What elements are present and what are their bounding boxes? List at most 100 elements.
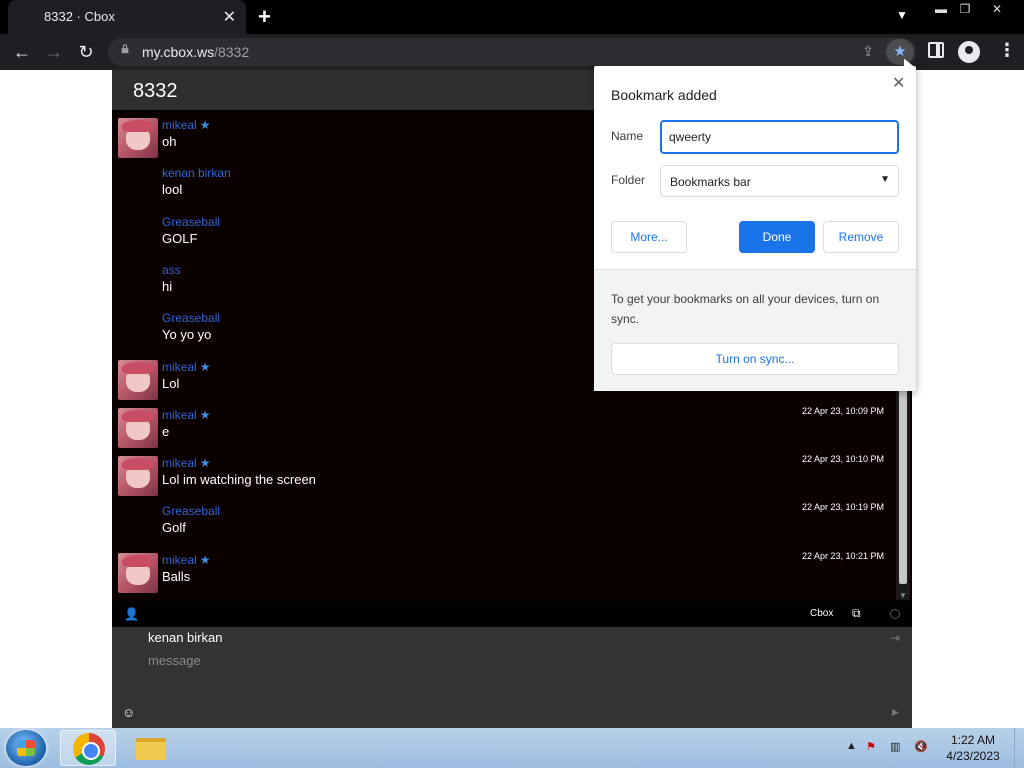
close-icon[interactable]: ✕ <box>892 73 905 93</box>
message-username[interactable]: Greaseball <box>162 504 220 518</box>
message-text: Golf <box>162 520 186 536</box>
forward-arrow-icon[interactable]: → <box>42 42 66 63</box>
username-text: mikeal <box>162 407 197 422</box>
message-text: e <box>162 423 170 439</box>
message-timestamp: 22 Apr 23, 10:19 PM <box>801 502 884 513</box>
message-username[interactable]: kenan birkan <box>162 166 231 180</box>
verified-star-icon: ★ <box>199 359 211 374</box>
new-tab-button[interactable]: + <box>258 4 271 30</box>
compose-username[interactable]: kenan birkan <box>148 630 222 645</box>
message-timestamp: 22 Apr 23, 10:10 PM <box>801 454 884 465</box>
message-row: Greaseball Golf 22 Apr 23, 10:19 PM <box>112 500 896 548</box>
url-text: my.cbox.ws/8332 <box>142 44 250 60</box>
folder-select-value: Bookmarks bar <box>670 175 751 189</box>
taskbar-chrome[interactable] <box>60 730 116 766</box>
message-text: GOLF <box>162 230 198 246</box>
sync-promo: To get your bookmarks on all your device… <box>594 269 916 391</box>
message-timestamp: 22 Apr 23, 10:09 PM <box>801 405 884 416</box>
show-hidden-icons-icon[interactable]: ▲ <box>846 740 857 752</box>
message-text: Lol im watching the screen <box>162 472 316 488</box>
profile-avatar-icon[interactable] <box>958 41 980 63</box>
browser-tab[interactable]: 8332 · Cbox ✕ <box>8 0 246 34</box>
lock-icon <box>121 44 129 54</box>
message-username[interactable]: Greaseball <box>162 311 220 325</box>
message-row: mikeal ★ e 22 Apr 23, 10:09 PM <box>112 404 896 452</box>
cbox-title: 8332 <box>133 80 178 102</box>
remove-button[interactable]: Remove <box>823 221 899 253</box>
cbox-brand-link[interactable]: Cbox <box>810 608 833 619</box>
system-clock[interactable]: 1:22 AM 4/23/2023 <box>944 732 1002 764</box>
start-button[interactable] <box>6 730 46 766</box>
clock-date: 4/23/2023 <box>946 749 1000 763</box>
send-arrow-icon[interactable]: ▶ <box>892 707 899 718</box>
username-text: ass <box>162 262 181 277</box>
done-button[interactable]: Done <box>739 221 815 253</box>
message-username[interactable]: mikeal ★ <box>162 553 210 567</box>
more-button[interactable]: More... <box>611 221 687 253</box>
message-input[interactable] <box>148 651 868 669</box>
action-center-flag-icon[interactable]: ⚑ <box>866 740 876 753</box>
message-text: hi <box>162 278 173 294</box>
browser-toolbar: ← → ↻ my.cbox.ws/8332 ⇪ ★ ⋮ <box>0 34 1024 70</box>
username-text: Greaseball <box>162 214 221 229</box>
close-window-button[interactable]: ✕ <box>982 0 1012 18</box>
emoji-icon[interactable]: ☺ <box>122 705 135 720</box>
clock-time: 1:22 AM <box>950 733 996 747</box>
bookmark-name-field[interactable] <box>660 120 899 154</box>
message-username[interactable]: mikeal ★ <box>162 456 210 470</box>
chrome-icon <box>73 733 105 765</box>
username-text: mikeal <box>162 456 197 471</box>
cbox-footer: 👤 Cbox ⧉ <box>112 601 912 627</box>
message-text: Yo yo yo <box>162 327 212 343</box>
username-text: kenan birkan <box>162 166 231 181</box>
username-text: mikeal <box>162 552 197 567</box>
dialog-title: Bookmark added <box>611 87 717 103</box>
show-desktop-button[interactable] <box>1014 728 1024 768</box>
popout-icon[interactable]: ⧉ <box>852 606 861 621</box>
reload-icon[interactable]: ↻ <box>74 42 98 63</box>
user-icon[interactable]: 👤 <box>124 607 139 621</box>
turn-on-sync-button[interactable]: Turn on sync... <box>611 343 899 375</box>
volume-muted-icon[interactable]: 🔇 <box>914 740 928 753</box>
back-arrow-icon[interactable]: ← <box>10 42 34 63</box>
message-timestamp: 22 Apr 23, 10:21 PM <box>801 550 884 561</box>
tab-title: 8332 · Cbox <box>44 9 115 24</box>
avatar[interactable] <box>118 407 158 448</box>
message-text: Balls <box>162 568 191 584</box>
kebab-menu-icon[interactable]: ⋮ <box>998 40 1016 61</box>
verified-star-icon: ★ <box>199 552 211 567</box>
scroll-down-arrow-icon[interactable]: ▼ <box>899 591 907 600</box>
folder-label: Folder <box>611 173 646 187</box>
verified-star-icon: ★ <box>199 456 211 471</box>
message-username[interactable]: mikeal ★ <box>162 360 210 374</box>
address-bar[interactable]: my.cbox.ws/8332 ⇪ ★ <box>108 38 916 66</box>
username-text: mikeal <box>162 118 197 132</box>
message-text: lool <box>162 182 183 198</box>
message-username[interactable]: ass <box>162 263 181 277</box>
username-text: mikeal <box>162 359 197 374</box>
avatar[interactable] <box>118 552 158 593</box>
message-username[interactable]: Greaseball <box>162 215 220 229</box>
share-icon[interactable]: ⇪ <box>862 43 874 60</box>
avatar[interactable] <box>118 118 158 158</box>
network-icon[interactable]: ▥ <box>890 740 900 753</box>
message-row: mikeal ★ Balls 22 Apr 23, 10:21 PM <box>112 549 896 597</box>
username-text: Greaseball <box>162 311 221 326</box>
avatar[interactable] <box>118 456 158 497</box>
status-circle-icon <box>890 609 900 619</box>
taskbar-file-explorer[interactable] <box>124 730 180 766</box>
folder-select[interactable]: Bookmarks bar ▼ <box>660 165 899 197</box>
compose-area: kenan birkan ⇥ ☺ ▶ <box>112 627 912 728</box>
restore-button[interactable]: ❐ <box>950 0 980 18</box>
login-icon[interactable]: ⇥ <box>890 631 900 645</box>
message-text: oh <box>162 134 177 149</box>
message-username[interactable]: mikeal ★ <box>162 118 210 132</box>
username-text: Greaseball <box>162 504 221 519</box>
bookmark-added-dialog: Bookmark added ✕ Name Folder Bookmarks b… <box>594 66 916 391</box>
tab-search-chevron-icon[interactable]: ▼ <box>896 8 908 22</box>
browser-tabbar: 8332 · Cbox ✕ + ▼ ▬ ❐ ✕ <box>0 0 1024 34</box>
message-username[interactable]: mikeal ★ <box>162 408 210 422</box>
avatar[interactable] <box>118 359 158 400</box>
side-panel-icon[interactable] <box>928 42 944 58</box>
tab-close-icon[interactable]: ✕ <box>223 7 236 27</box>
